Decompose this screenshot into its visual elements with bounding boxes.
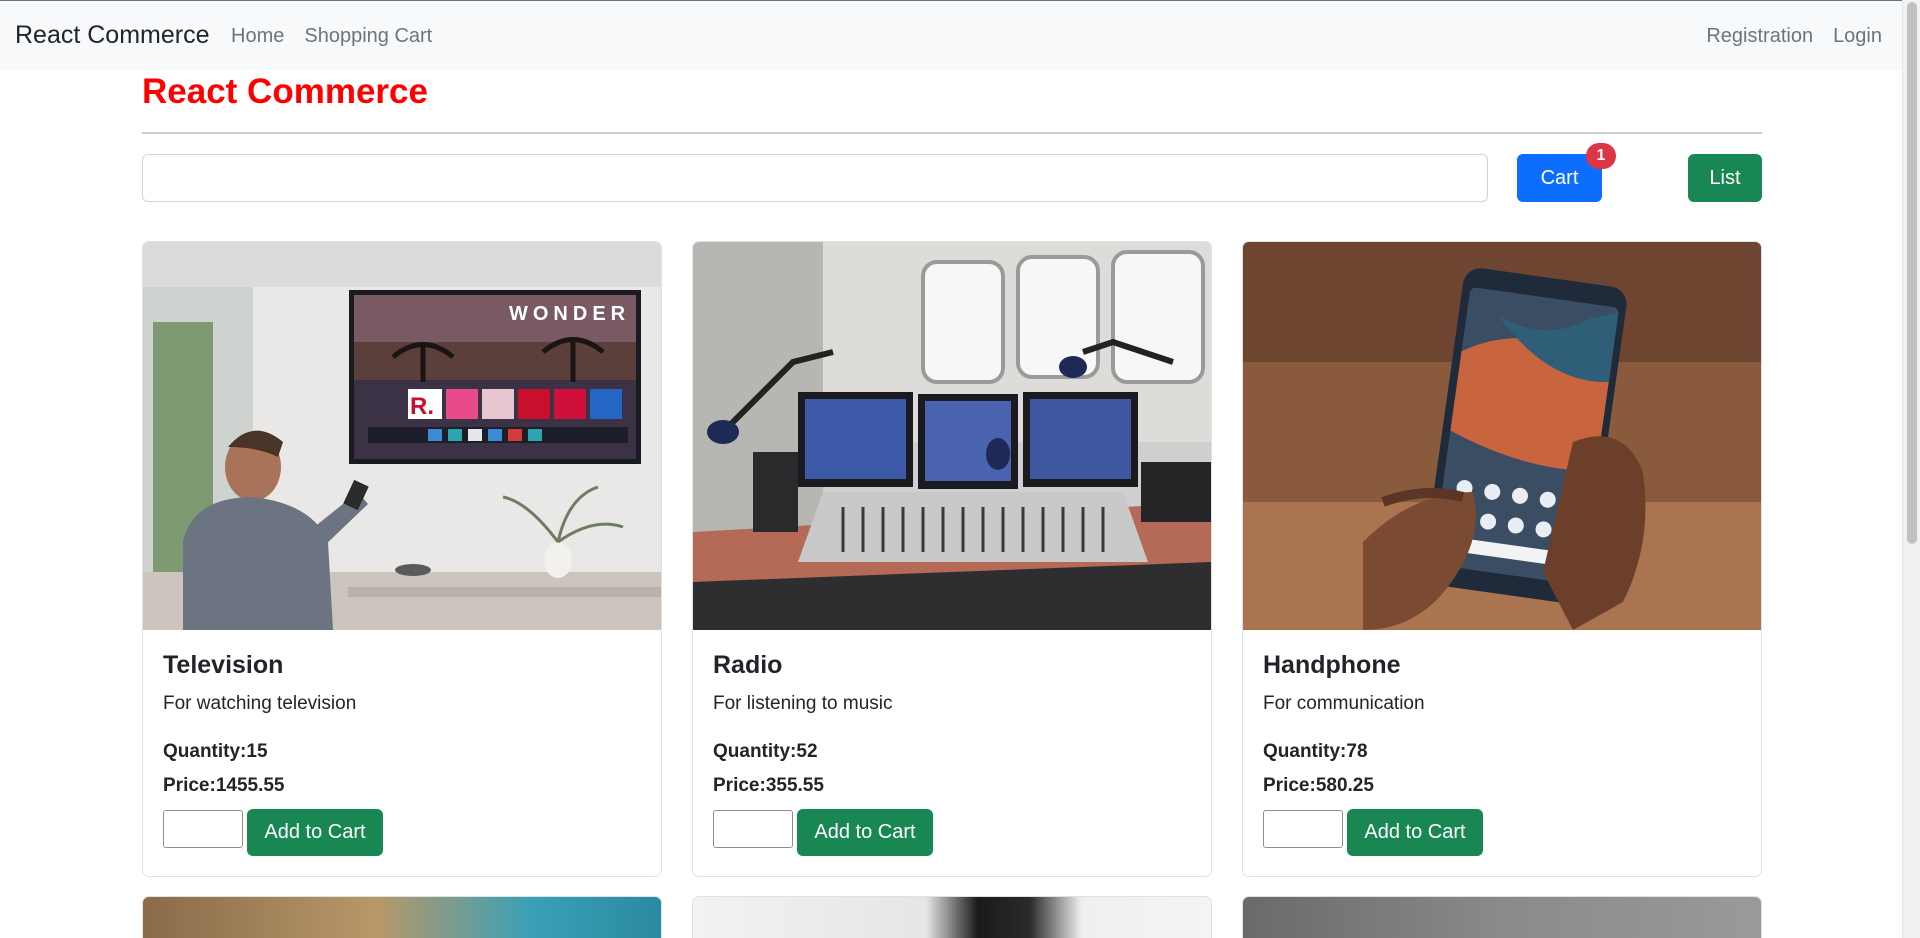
radio-studio-photo bbox=[693, 242, 1211, 630]
navbar-brand[interactable]: React Commerce bbox=[15, 21, 210, 50]
price-value: 580.25 bbox=[1315, 775, 1374, 796]
quantity-input[interactable] bbox=[713, 810, 793, 848]
product-quantity: Quantity: 52 bbox=[713, 741, 818, 763]
page-title: React Commerce bbox=[142, 72, 428, 111]
navbar-left-links: Home Shopping Cart bbox=[231, 25, 432, 48]
product-card-partial bbox=[142, 896, 662, 938]
quantity-label: Quantity: bbox=[1263, 741, 1347, 762]
navbar-right-links: Registration Login bbox=[1706, 25, 1882, 48]
product-title: Handphone bbox=[1263, 651, 1401, 679]
add-to-cart-button[interactable]: Add to Cart bbox=[247, 809, 383, 856]
quantity-input[interactable] bbox=[1263, 810, 1343, 848]
nav-link-login[interactable]: Login bbox=[1833, 25, 1882, 48]
product-description: For listening to music bbox=[713, 693, 893, 714]
quantity-value: 52 bbox=[796, 741, 818, 762]
heading-divider bbox=[142, 132, 1762, 134]
product-title: Television bbox=[163, 651, 284, 679]
scrollbar-thumb[interactable] bbox=[1907, 2, 1917, 544]
tv-screen-logo: R. bbox=[410, 393, 434, 420]
navbar: React Commerce Home Shopping Cart Regist… bbox=[0, 0, 1902, 70]
price-label: Price: bbox=[163, 775, 216, 796]
product-price: Price: 580.25 bbox=[1263, 775, 1374, 797]
product-card-radio: Radio For listening to music Quantity: 52… bbox=[692, 241, 1212, 877]
quantity-input[interactable] bbox=[163, 810, 243, 848]
product-quantity: Quantity: 15 bbox=[163, 741, 268, 763]
add-to-cart-button[interactable]: Add to Cart bbox=[1347, 809, 1483, 856]
product-description: For watching television bbox=[163, 693, 357, 714]
product-title: Radio bbox=[713, 651, 783, 679]
price-label: Price: bbox=[713, 775, 766, 796]
product-quantity: Quantity: 78 bbox=[1263, 741, 1368, 763]
price-value: 1455.55 bbox=[215, 775, 285, 796]
add-to-cart-button[interactable]: Add to Cart bbox=[797, 809, 933, 856]
tv-screen-wonder: WONDER bbox=[509, 303, 630, 325]
television-photo: WONDER R. bbox=[143, 242, 661, 630]
nav-link-shopping-cart[interactable]: Shopping Cart bbox=[304, 25, 432, 48]
product-card-partial bbox=[1242, 896, 1762, 938]
quantity-label: Quantity: bbox=[713, 741, 797, 762]
page-scrollbar[interactable] bbox=[1902, 0, 1920, 938]
price-value: 355.55 bbox=[765, 775, 824, 796]
quantity-value: 15 bbox=[246, 741, 268, 762]
product-description: For communication bbox=[1263, 693, 1425, 714]
nav-link-registration[interactable]: Registration bbox=[1706, 25, 1813, 48]
cart-count-badge: 1 bbox=[1586, 143, 1616, 169]
search-input[interactable] bbox=[142, 154, 1488, 202]
handphone-photo bbox=[1243, 242, 1761, 630]
product-card-television: WONDER R. Television For watching televi… bbox=[142, 241, 662, 877]
list-button[interactable]: List bbox=[1688, 154, 1762, 202]
quantity-value: 78 bbox=[1346, 741, 1368, 762]
nav-link-home[interactable]: Home bbox=[231, 25, 284, 48]
price-label: Price: bbox=[1263, 775, 1316, 796]
product-price: Price: 1455.55 bbox=[163, 775, 285, 797]
product-card-handphone: Handphone For communication Quantity: 78 … bbox=[1242, 241, 1762, 877]
product-card-partial bbox=[692, 896, 1212, 938]
quantity-label: Quantity: bbox=[163, 741, 247, 762]
product-price: Price: 355.55 bbox=[713, 775, 824, 797]
